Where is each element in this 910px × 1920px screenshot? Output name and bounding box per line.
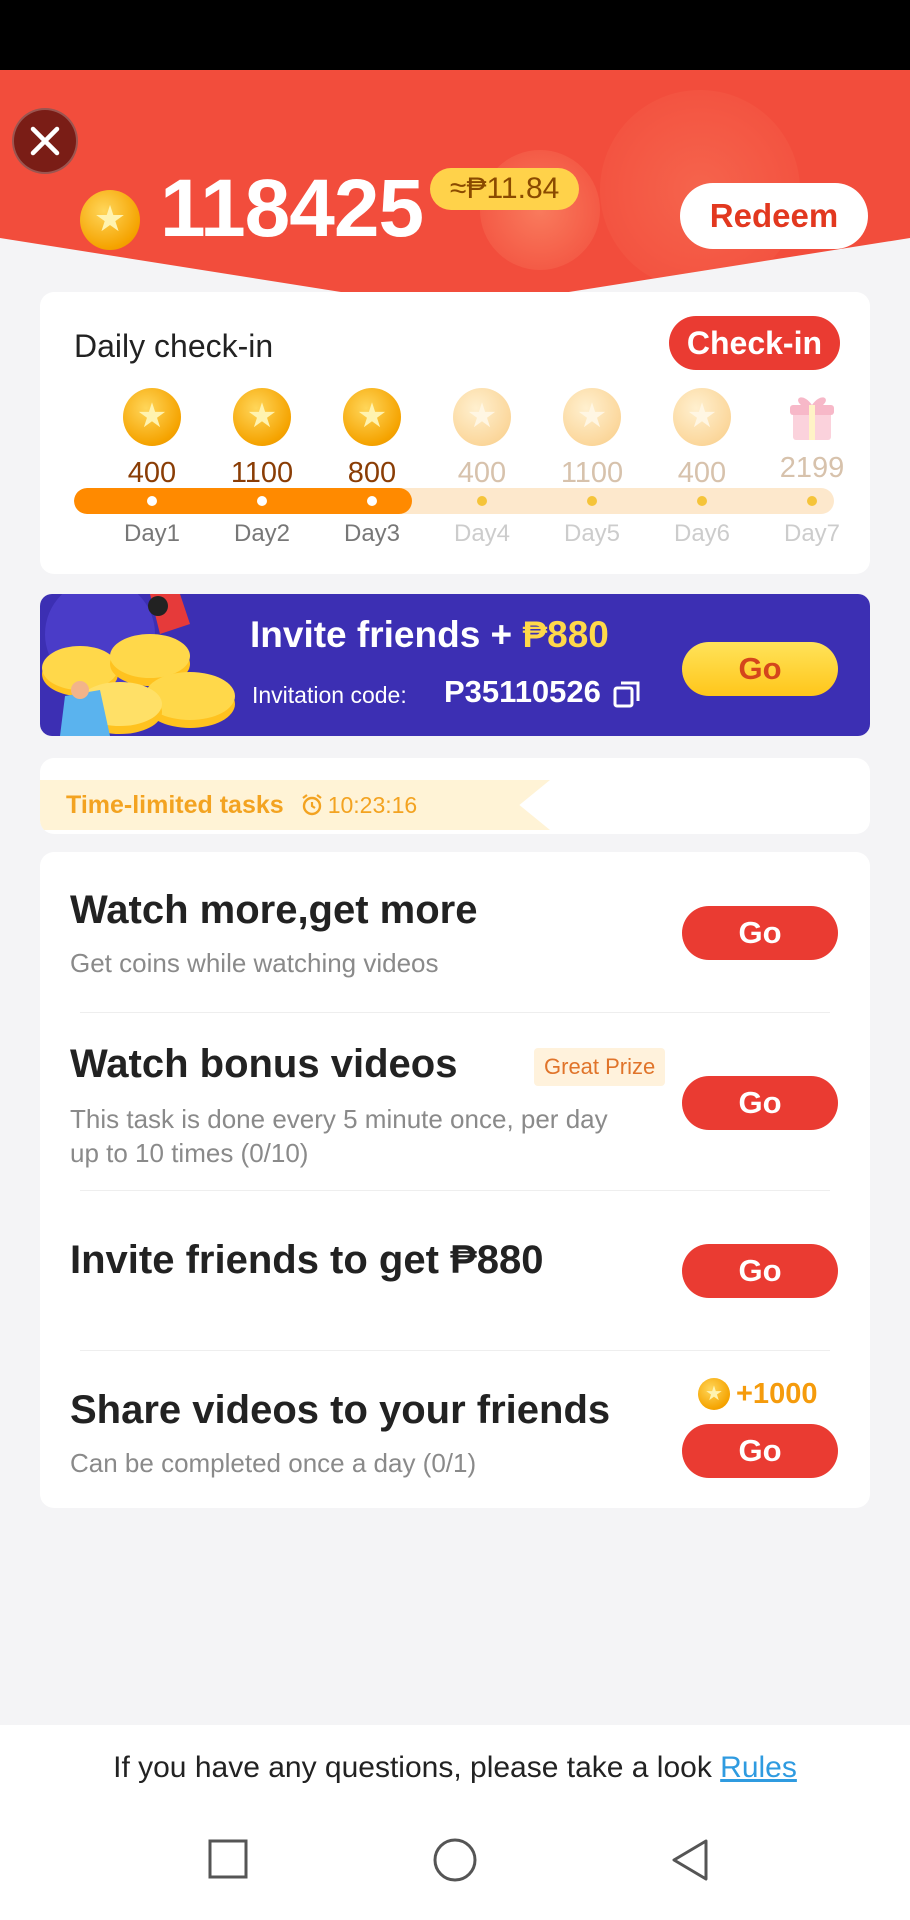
watch-more-go-button[interactable]: Go (682, 906, 838, 960)
invite-banner-go-button[interactable]: Go (682, 642, 838, 696)
task-title: Share videos to your friends (70, 1388, 611, 1432)
alarm-clock-icon (302, 794, 322, 816)
invite-friends-go-button[interactable]: Go (682, 1244, 838, 1298)
share-reward-value: +1000 (736, 1377, 818, 1410)
checkin-days: ★ 400 Day1 ★ 1100 Day2 ★ 800 Day3 ★ 400 Day4 ★ 1100 Da… (40, 388, 870, 568)
checkin-day-6: ★ 400 Day6 (647, 388, 757, 547)
task-title: Watch bonus videos (70, 1042, 458, 1086)
time-limited-title: Time-limited tasks (66, 790, 284, 819)
divider (80, 1012, 830, 1013)
invite-banner-amount: ₱880 (522, 614, 609, 655)
task-description: Can be completed once a day (0/1) (70, 1448, 477, 1478)
task-title: Invite friends to get ₱880 (70, 1238, 544, 1282)
status-bar (0, 0, 910, 70)
progress-dot (147, 496, 157, 506)
checkin-day-amount: 2199 (779, 452, 845, 484)
coin-icon: ★ (123, 388, 181, 446)
checkin-day-5: ★ 1100 Day5 (537, 388, 647, 547)
close-button[interactable] (12, 108, 78, 174)
checkin-day-2: ★ 1100 Day2 (207, 388, 317, 547)
checkin-day-label: Day5 (563, 520, 621, 547)
checkin-day-amount: 1100 (560, 457, 624, 489)
share-reward: ★ +1000 (698, 1376, 817, 1412)
peso-value-badge: ≈₱11.84 (430, 168, 580, 210)
rules-link[interactable]: Rules (720, 1751, 797, 1784)
gold-coins-illustration (42, 594, 235, 736)
help-text: If you have any questions, please take a… (0, 1751, 910, 1785)
progress-dot (367, 496, 377, 506)
progress-dot (807, 496, 817, 506)
coin-icon: ★ (233, 388, 291, 446)
time-limited-strip: Time-limited tasks 10:23:16 (40, 780, 550, 830)
invite-banner-title-text: Invite friends + (250, 614, 523, 655)
checkin-day-amount: 400 (127, 457, 177, 489)
checkin-day-label: Day6 (673, 520, 731, 547)
checkin-day-3: ★ 800 Day3 (317, 388, 427, 547)
checkin-day-label: Day4 (453, 520, 511, 547)
progress-dot (587, 496, 597, 506)
coin-icon: ★ (563, 388, 621, 446)
invite-friends-banner[interactable]: Invite friends + ₱880 Invitation code: P… (40, 594, 870, 736)
coin-balance: 118425 (160, 163, 424, 254)
invitation-code: P35110526 (444, 674, 601, 709)
help-text-body: If you have any questions, please take a… (113, 1751, 721, 1784)
divider (80, 1190, 830, 1191)
time-limited-header: Time-limited tasks 10:23:16 (40, 758, 870, 834)
task-description: Get coins while watching videos (70, 948, 439, 978)
checkin-day-label: Day1 (123, 520, 181, 547)
checkin-day-amount: 1100 (230, 457, 294, 489)
checkin-title: Daily check-in (74, 328, 274, 364)
checkin-day-amount: 400 (677, 457, 727, 489)
share-videos-go-button[interactable]: Go (682, 1424, 838, 1478)
task-description-line1: This task is done every 5 minute once, p… (70, 1104, 608, 1134)
daily-checkin-card: Daily check-in Check-in ★ 400 Day1 ★ 1100 Day… (40, 292, 870, 574)
back-button[interactable] (668, 1837, 712, 1883)
progress-dot (477, 496, 487, 506)
checkin-day-4: ★ 400 Day4 (427, 388, 537, 547)
coin-icon: ★ (343, 388, 401, 446)
checkin-day-label: Day3 (343, 520, 401, 547)
checkin-day-1: ★ 400 Day1 (97, 388, 207, 547)
footer: If you have any questions, please take a… (0, 1725, 910, 1920)
invitation-code-label: Invitation code: (252, 682, 407, 708)
great-prize-badge: Great Prize (534, 1048, 666, 1086)
checkin-day-amount: 800 (347, 457, 397, 489)
gift-icon (783, 388, 841, 446)
checkin-progress-bar (74, 488, 834, 514)
divider (80, 1350, 830, 1351)
checkin-progress-fill (74, 488, 412, 514)
coin-icon: ★ (80, 190, 140, 250)
checkin-day-7: 2199 Day7 (757, 388, 867, 547)
checkin-button[interactable]: Check-in (668, 316, 840, 370)
copy-icon[interactable] (612, 679, 642, 709)
watch-bonus-go-button[interactable]: Go (682, 1076, 838, 1130)
tasks-card: Watch more,get more Get coins while watc… (40, 852, 870, 1508)
task-description-line2: up to 10 times (0/10) (70, 1138, 309, 1168)
checkin-day-label: Day2 (233, 520, 291, 547)
checkin-day-amount: 400 (457, 457, 507, 489)
home-button[interactable] (432, 1837, 478, 1883)
countdown-timer-value: 10:23:16 (327, 791, 418, 818)
progress-dot (257, 496, 267, 506)
recent-apps-button[interactable] (206, 1837, 250, 1881)
coin-icon: ★ (673, 388, 731, 446)
coin-icon: ★ (453, 388, 511, 446)
task-title: Watch more,get more (70, 888, 478, 932)
checkin-day-label: Day7 (783, 520, 841, 547)
close-icon (30, 126, 60, 156)
invite-banner-title: Invite friends + ₱880 (250, 614, 609, 656)
coin-icon: ★ (698, 1378, 730, 1410)
progress-dot (697, 496, 707, 506)
redeem-button[interactable]: Redeem (680, 183, 868, 249)
countdown-timer: 10:23:16 (300, 791, 418, 819)
